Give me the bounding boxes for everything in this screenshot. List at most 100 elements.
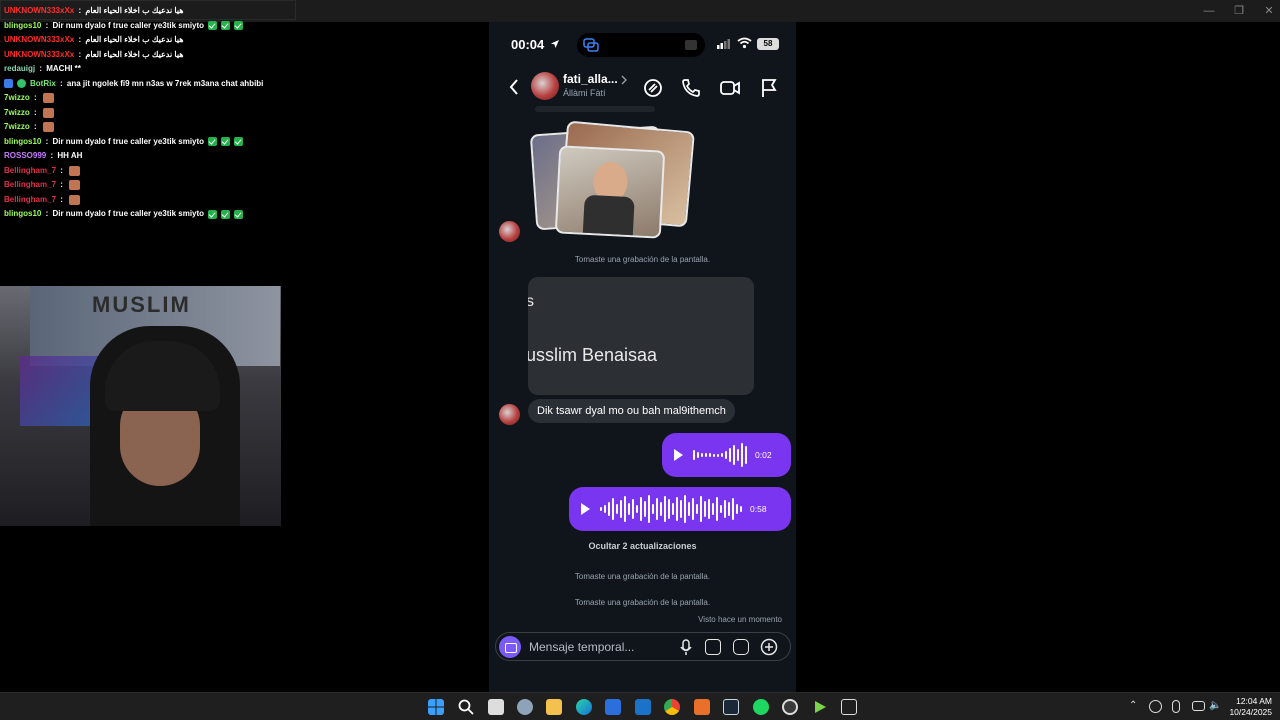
- add-icon[interactable]: [760, 638, 778, 656]
- display-icon[interactable]: [1192, 701, 1205, 711]
- screen-recording-notice: Tomaste una grabación de la pantalla.: [574, 255, 711, 264]
- waveform-bar: [741, 443, 743, 467]
- waveform-bar: [604, 505, 606, 513]
- chevron-right-icon[interactable]: [621, 75, 627, 85]
- verified-badge-icon: [17, 79, 26, 89]
- camera-icon[interactable]: [499, 636, 521, 658]
- contact-name[interactable]: fati_alla...: [563, 72, 618, 86]
- microphone-icon[interactable]: [679, 639, 693, 656]
- chat-username[interactable]: BotRix: [30, 77, 56, 92]
- file-explorer-icon[interactable]: [546, 699, 562, 715]
- settings-icon[interactable]: [517, 699, 533, 715]
- composer-placeholder[interactable]: Mensaje temporal...: [529, 640, 634, 654]
- check-emoji-icon: [208, 137, 218, 147]
- chat-username[interactable]: blingos10: [4, 19, 41, 34]
- sender-avatar: [499, 404, 520, 425]
- photo-thumbnail-front: [554, 145, 666, 239]
- chat-username[interactable]: 7wizzo: [4, 91, 30, 106]
- chat-line: UNKNOWN333xXx : هيا ندعيك ب اخلاء الحياء…: [4, 4, 294, 19]
- steam-icon[interactable]: [723, 699, 739, 715]
- app-icon[interactable]: [694, 699, 710, 715]
- status-bar: 00:04 58: [489, 22, 796, 68]
- shared-photos-stack[interactable]: [529, 120, 695, 241]
- waveform-bar: [737, 449, 739, 461]
- window-app-icon[interactable]: [841, 699, 857, 715]
- waveform-bar: [700, 496, 702, 522]
- play-icon[interactable]: [674, 449, 683, 461]
- chat-message: هيا ندعيك ب اخلاء الحياء العام: [85, 49, 184, 59]
- obs-icon[interactable]: [782, 699, 798, 715]
- chevron-up-icon[interactable]: ⌃: [1129, 700, 1137, 711]
- hide-updates-link[interactable]: Ocultar 2 actualizaciones: [489, 541, 796, 551]
- screen-mirror-icon: [583, 38, 599, 52]
- voice-message-1[interactable]: 0:02: [662, 433, 791, 477]
- emote-sticker: [42, 107, 54, 118]
- gallery-icon[interactable]: [705, 639, 721, 655]
- video-call-icon[interactable]: [718, 76, 742, 100]
- contact-username: Állàmi Fàtí: [563, 88, 606, 98]
- chat-username[interactable]: blingos10: [4, 207, 41, 222]
- edge-icon[interactable]: [576, 699, 592, 715]
- play-app-icon[interactable]: [812, 699, 828, 715]
- chat-separator: :: [48, 151, 56, 160]
- chat-username[interactable]: 7wizzo: [4, 120, 30, 135]
- back-arrow-icon[interactable]: [509, 79, 519, 95]
- battery-indicator: 58: [757, 38, 779, 50]
- sticker-icon[interactable]: [733, 639, 749, 655]
- chat-separator: :: [76, 6, 84, 15]
- chat-username[interactable]: UNKNOWN333xXx: [4, 48, 74, 63]
- wifi-icon: [737, 37, 752, 49]
- waveform-bar: [740, 506, 742, 512]
- link-icon[interactable]: [641, 76, 665, 100]
- chat-username[interactable]: UNKNOWN333xXx: [4, 33, 74, 48]
- flag-icon[interactable]: [757, 76, 781, 100]
- close-button[interactable]: ✕: [1254, 0, 1280, 22]
- check-emoji-icon: [234, 137, 244, 147]
- store-icon[interactable]: [605, 699, 621, 715]
- cut-off-caption: [535, 106, 655, 112]
- message-composer[interactable]: Mensaje temporal...: [495, 632, 791, 661]
- chat-line: redauigj : MACHI **: [4, 62, 294, 77]
- contact-avatar[interactable]: [531, 72, 559, 100]
- incoming-message[interactable]: Dik tsawr dyal mo ou bah mal9ithemch: [528, 399, 735, 423]
- chat-message: Dir num dyalo f true caller ye3tik smiyt…: [52, 209, 205, 218]
- chat-username[interactable]: Bellingham_7: [4, 193, 56, 208]
- shared-profile-card[interactable]: s usslim Benaisaa: [528, 277, 754, 395]
- chat-separator: :: [58, 165, 66, 175]
- waveform-bar: [745, 446, 747, 464]
- phone-call-icon[interactable]: [679, 76, 703, 100]
- spotify-icon[interactable]: [753, 699, 769, 715]
- chat-separator: :: [37, 64, 45, 73]
- waveform-bar: [728, 502, 730, 516]
- volume-icon[interactable]: 🔈: [1209, 700, 1221, 711]
- clock-time: 12:04 AM: [1236, 696, 1272, 706]
- chrome-icon[interactable]: [664, 699, 680, 715]
- windows-start-icon[interactable]: [428, 699, 444, 715]
- waveform-bar: [652, 504, 654, 514]
- system-clock[interactable]: 12:04 AM 10/24/2025: [1229, 696, 1272, 718]
- chat-message: هيا ندعيك ب اخلاء الحياء العام: [85, 6, 184, 15]
- waveform: [600, 494, 742, 524]
- chat-username[interactable]: Bellingham_7: [4, 164, 56, 179]
- chat-username[interactable]: redauigj: [4, 62, 35, 77]
- webcam-feed: MUSLIM: [0, 286, 281, 526]
- bot-badge-icon: [4, 79, 13, 89]
- chat-separator: :: [76, 35, 84, 44]
- chat-username[interactable]: Bellingham_7: [4, 178, 56, 193]
- minimize-button[interactable]: —: [1194, 0, 1224, 22]
- chat-username[interactable]: blingos10: [4, 135, 41, 150]
- sync-icon[interactable]: [1149, 700, 1162, 713]
- chat-separator: :: [31, 122, 39, 131]
- maximize-button[interactable]: ❐: [1224, 0, 1254, 22]
- task-view-icon[interactable]: [488, 699, 504, 715]
- search-icon[interactable]: [458, 699, 474, 715]
- chat-username[interactable]: UNKNOWN333xXx: [4, 4, 74, 19]
- microphone-tray-icon[interactable]: [1172, 700, 1180, 713]
- outlook-icon[interactable]: [635, 699, 651, 715]
- chat-username[interactable]: 7wizzo: [4, 106, 30, 121]
- voice-message-2[interactable]: 0:58: [569, 487, 791, 531]
- waveform-bar: [648, 495, 650, 523]
- check-emoji-icon: [221, 209, 231, 219]
- chat-username[interactable]: ROSSO999: [4, 149, 46, 164]
- play-icon[interactable]: [581, 503, 590, 515]
